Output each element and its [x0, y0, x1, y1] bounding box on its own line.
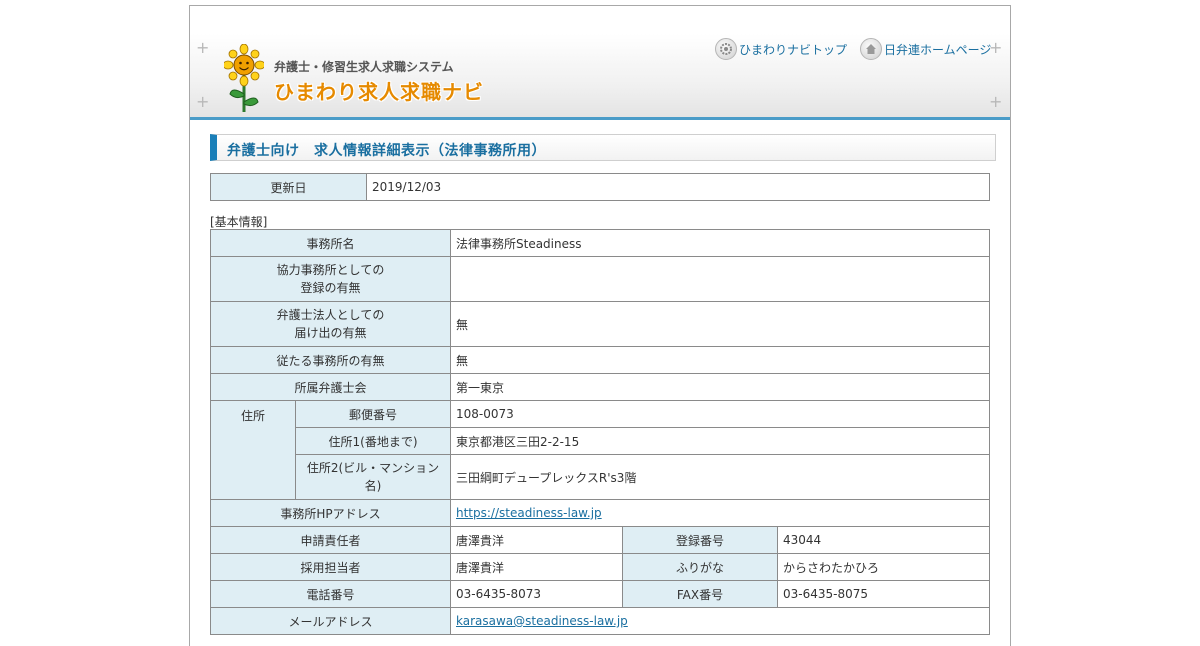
table-row: 住所1(番地まで) 東京都港区三田2-2-15 — [211, 427, 990, 455]
homepage-label: 事務所HPアドレス — [210, 499, 451, 527]
page-frame: + + + + 弁護士・修習生求人求職システム ひまわり求人求職ナビ ひまわりナ… — [189, 5, 1011, 646]
table-row: 事務所名 法律事務所Steadiness — [210, 229, 990, 257]
sunflower-logo-icon — [224, 44, 264, 112]
site-logo-text: ひまわり求人求職ナビ — [274, 80, 484, 104]
gear-icon — [715, 38, 737, 60]
nichibenren-home-label: 日弁連ホームページ — [884, 42, 992, 57]
applicant-value: 唐澤貴洋 — [450, 526, 623, 554]
applicant-label: 申請責任者 — [210, 526, 451, 554]
address-label: 住所 — [210, 400, 296, 500]
plus-icon: + — [196, 92, 210, 111]
update-table: 更新日 2019/12/03 — [210, 173, 990, 201]
table-row: 採用担当者 唐澤貴洋 ふりがな からさわたかひろ — [210, 553, 990, 581]
corporation-label-line1: 弁護士法人としての — [276, 308, 385, 322]
cooperating-office-label-line2: 登録の有無 — [300, 281, 361, 295]
table-row: メールアドレス karasawa@steadiness-law.jp — [210, 607, 990, 635]
table-row: 住所 郵便番号 108-0073 — [210, 400, 990, 500]
email-label: メールアドレス — [210, 607, 451, 635]
fax-value: 03-6435-8075 — [777, 580, 990, 608]
table-row: 電話番号 03-6435-8073 FAX番号 03-6435-8075 — [210, 580, 990, 608]
update-date-value: 2019/12/03 — [366, 173, 990, 201]
basic-info-label: [基本情報] — [210, 215, 268, 229]
recruiter-label: 採用担当者 — [210, 553, 451, 581]
registration-number-value: 43044 — [777, 526, 990, 554]
table-row: 弁護士法人としての 届け出の有無 無 — [210, 301, 990, 347]
office-name-label: 事務所名 — [210, 229, 451, 257]
bar-association-label: 所属弁護士会 — [210, 373, 451, 401]
site-subtitle: 弁護士・修習生求人求職システム — [274, 60, 454, 74]
email-link[interactable]: karasawa@steadiness-law.jp — [456, 614, 628, 628]
homepage-cell: https://steadiness-law.jp — [450, 499, 990, 527]
corporation-label: 弁護士法人としての 届け出の有無 — [210, 301, 451, 347]
address1-value: 東京都港区三田2-2-15 — [450, 427, 990, 455]
furigana-value: からさわたかひろ — [777, 553, 990, 581]
corporation-label-line2: 届け出の有無 — [294, 326, 367, 340]
home-icon — [860, 38, 882, 60]
postal-code-value: 108-0073 — [450, 400, 990, 428]
address2-value: 三田綱町デュープレックスR's3階 — [450, 454, 990, 500]
address1-label: 住所1(番地まで) — [295, 427, 451, 455]
fax-label: FAX番号 — [622, 580, 778, 608]
cooperating-office-label: 協力事務所としての 登録の有無 — [210, 256, 451, 302]
navi-top-label: ひまわりナビトップ — [739, 42, 848, 57]
page-title-text: 弁護士向け 求人情報詳細表示（法律事務所用） — [227, 143, 546, 159]
office-name-value: 法律事務所Steadiness — [450, 229, 990, 257]
table-row: 所属弁護士会 第一東京 — [210, 373, 990, 401]
postal-code-label: 郵便番号 — [295, 400, 451, 428]
corporation-value: 無 — [450, 301, 990, 347]
bar-association-value: 第一東京 — [450, 373, 990, 401]
table-row: 申請責任者 唐澤貴洋 登録番号 43044 — [210, 526, 990, 554]
table-row: 協力事務所としての 登録の有無 — [210, 256, 990, 302]
subordinate-office-label: 従たる事務所の有無 — [210, 346, 451, 374]
phone-value: 03-6435-8073 — [450, 580, 623, 608]
plus-icon: + — [196, 38, 210, 57]
page-title: 弁護士向け 求人情報詳細表示（法律事務所用） — [210, 134, 996, 161]
cooperating-office-label-line1: 協力事務所としての — [276, 263, 385, 277]
table-row: 従たる事務所の有無 無 — [210, 346, 990, 374]
site-header: + + + + 弁護士・修習生求人求職システム ひまわり求人求職ナビ ひまわりナ… — [190, 6, 1010, 120]
table-row: 更新日 2019/12/03 — [210, 173, 990, 201]
phone-label: 電話番号 — [210, 580, 451, 608]
address2-label: 住所2(ビル・マンション名) — [295, 454, 451, 500]
navi-top-link[interactable]: ひまわりナビトップ — [715, 38, 847, 60]
table-row: 事務所HPアドレス https://steadiness-law.jp — [210, 499, 990, 527]
table-row: 住所2(ビル・マンション名) 三田綱町デュープレックスR's3階 — [211, 454, 990, 500]
basic-info-table: 事務所名 法律事務所Steadiness 協力事務所としての 登録の有無 弁護士… — [210, 229, 990, 635]
registration-number-label: 登録番号 — [622, 526, 778, 554]
plus-icon: + — [989, 92, 1003, 111]
recruiter-value: 唐澤貴洋 — [450, 553, 623, 581]
cooperating-office-value — [450, 256, 990, 302]
email-cell: karasawa@steadiness-law.jp — [450, 607, 990, 635]
homepage-link[interactable]: https://steadiness-law.jp — [456, 506, 602, 520]
furigana-label: ふりがな — [622, 553, 778, 581]
update-date-label: 更新日 — [210, 173, 367, 201]
subordinate-office-value: 無 — [450, 346, 990, 374]
nichibenren-home-link[interactable]: 日弁連ホームページ — [860, 38, 991, 60]
